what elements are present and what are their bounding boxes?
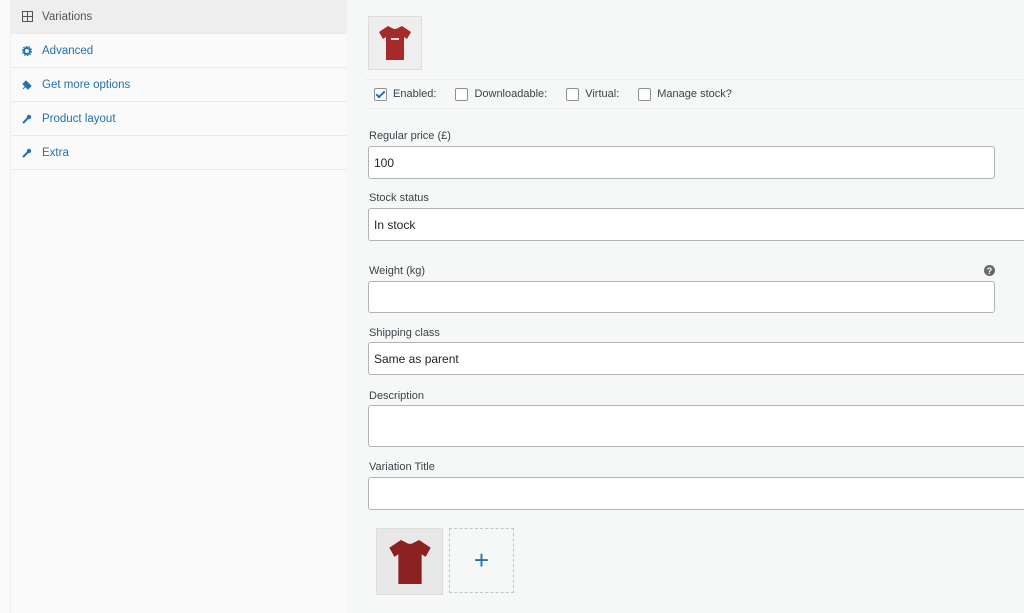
shipping-class-select[interactable]: Same as parent [368,342,1024,375]
tab-variations[interactable]: Variations [11,0,347,34]
tab-extra-label: Extra [42,146,69,159]
manage-stock-checkbox[interactable]: Manage stock? [638,87,732,101]
tab-product-layout-label: Product layout [42,112,116,125]
grid-icon [20,10,34,24]
tab-get-more-options[interactable]: Get more options [11,68,347,102]
stock-status-label: Stock status [369,192,429,204]
help-icon[interactable]: ? [984,265,995,276]
shipping-class-label: Shipping class [369,327,440,339]
variation-options-row: Enabled: Downloadable: Virtual: Manage s… [365,79,1024,109]
regular-price-label: Regular price (£) [369,130,451,142]
enabled-label: Enabled: [393,88,437,100]
variation-panel: Enabled: Downloadable: Virtual: Manage s… [347,0,1024,613]
wrench-icon [20,112,34,126]
stock-status-select[interactable]: In stock [368,208,1024,241]
tab-variations-label: Variations [42,10,93,23]
virtual-checkbox[interactable]: Virtual: [566,87,620,101]
tab-extra[interactable]: Extra [11,136,347,170]
variation-image[interactable] [368,16,422,70]
variation-title-label: Variation Title [369,461,435,473]
variation-title-input[interactable] [368,477,1024,510]
gallery-image[interactable] [376,528,443,595]
virtual-label: Virtual: [585,88,620,100]
plugin-icon [20,78,34,92]
tshirt-image [388,539,431,584]
checkbox[interactable] [638,87,652,101]
checkbox-checked[interactable] [374,87,387,101]
manage-stock-label: Manage stock? [657,88,732,100]
downloadable-checkbox[interactable]: Downloadable: [455,87,548,101]
tab-advanced[interactable]: Advanced [11,34,347,68]
tab-product-layout[interactable]: Product layout [11,102,347,136]
product-data-tabs: Variations Advanced Get more options Pro… [10,0,348,613]
downloadable-label: Downloadable: [474,88,548,100]
weight-label: Weight (kg) [369,265,426,277]
enabled-checkbox[interactable]: Enabled: [374,87,437,101]
tab-advanced-label: Advanced [42,44,94,57]
regular-price-input[interactable]: 100 [368,146,995,179]
add-gallery-image-button[interactable]: + [449,528,514,593]
checkbox[interactable] [455,87,469,101]
tshirt-image [379,26,411,60]
description-label: Description [369,390,425,402]
checkbox[interactable] [566,87,580,101]
tab-get-more-options-label: Get more options [42,78,131,91]
wrench-icon [20,146,34,160]
weight-input[interactable] [368,281,995,313]
description-textarea[interactable] [368,405,1024,447]
gear-icon [20,44,34,58]
